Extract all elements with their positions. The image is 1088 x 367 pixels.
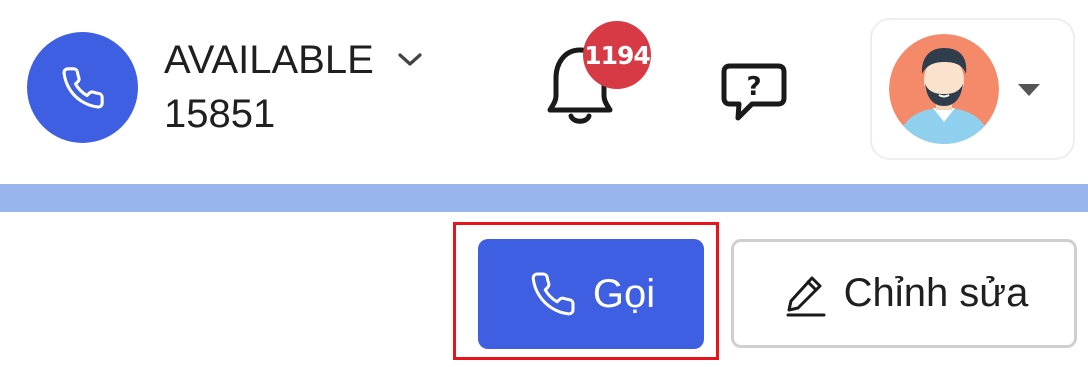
profile-menu[interactable] bbox=[870, 18, 1075, 160]
help-question-icon[interactable]: ? bbox=[718, 60, 790, 128]
phone-status-icon[interactable] bbox=[27, 32, 138, 143]
call-button-label: Gọi bbox=[592, 271, 656, 316]
top-header: AVAILABLE 15851 1194 ? bbox=[0, 0, 1088, 184]
user-avatar[interactable] bbox=[889, 34, 999, 144]
chevron-down-icon[interactable] bbox=[392, 45, 428, 75]
call-button[interactable]: Gọi bbox=[478, 239, 704, 349]
edit-button[interactable]: Chỉnh sửa bbox=[731, 239, 1077, 348]
status-label: AVAILABLE bbox=[164, 37, 374, 82]
pencil-icon bbox=[780, 268, 832, 320]
extension-number: 15851 bbox=[164, 92, 276, 136]
phone-icon bbox=[527, 268, 579, 320]
caret-down-icon[interactable] bbox=[1014, 78, 1044, 100]
svg-text:?: ? bbox=[746, 72, 761, 102]
header-divider-band bbox=[0, 184, 1088, 212]
edit-button-label: Chỉnh sửa bbox=[843, 271, 1029, 315]
agent-status-block[interactable]: AVAILABLE 15851 bbox=[164, 36, 428, 137]
notification-badge: 1194 bbox=[583, 21, 651, 89]
status-row[interactable]: AVAILABLE bbox=[164, 36, 428, 84]
